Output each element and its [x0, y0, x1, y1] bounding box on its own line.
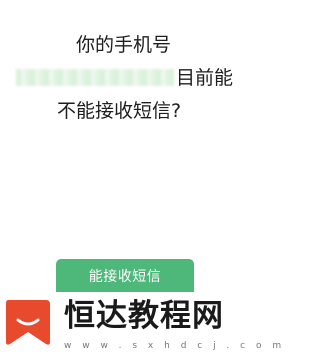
bookmark-logo-icon: [6, 300, 50, 345]
site-watermark: 恒达教程网 w w w . s x h d c j . c o m: [0, 292, 281, 356]
masked-phone-number: [16, 69, 174, 86]
watermark-url: w w w . s x h d c j . c o m: [64, 341, 286, 351]
watermark-title: 恒达教程网: [64, 298, 224, 334]
sms-check-screen: 你的手机号 目前能 不能接收短信? 能接收短信 恒达教程网 w w w . s …: [0, 0, 281, 356]
question-line-3: 不能接收短信?: [57, 100, 182, 122]
question-line-2-suffix: 目前能: [176, 67, 234, 89]
question-line-1: 你的手机号: [76, 34, 172, 56]
